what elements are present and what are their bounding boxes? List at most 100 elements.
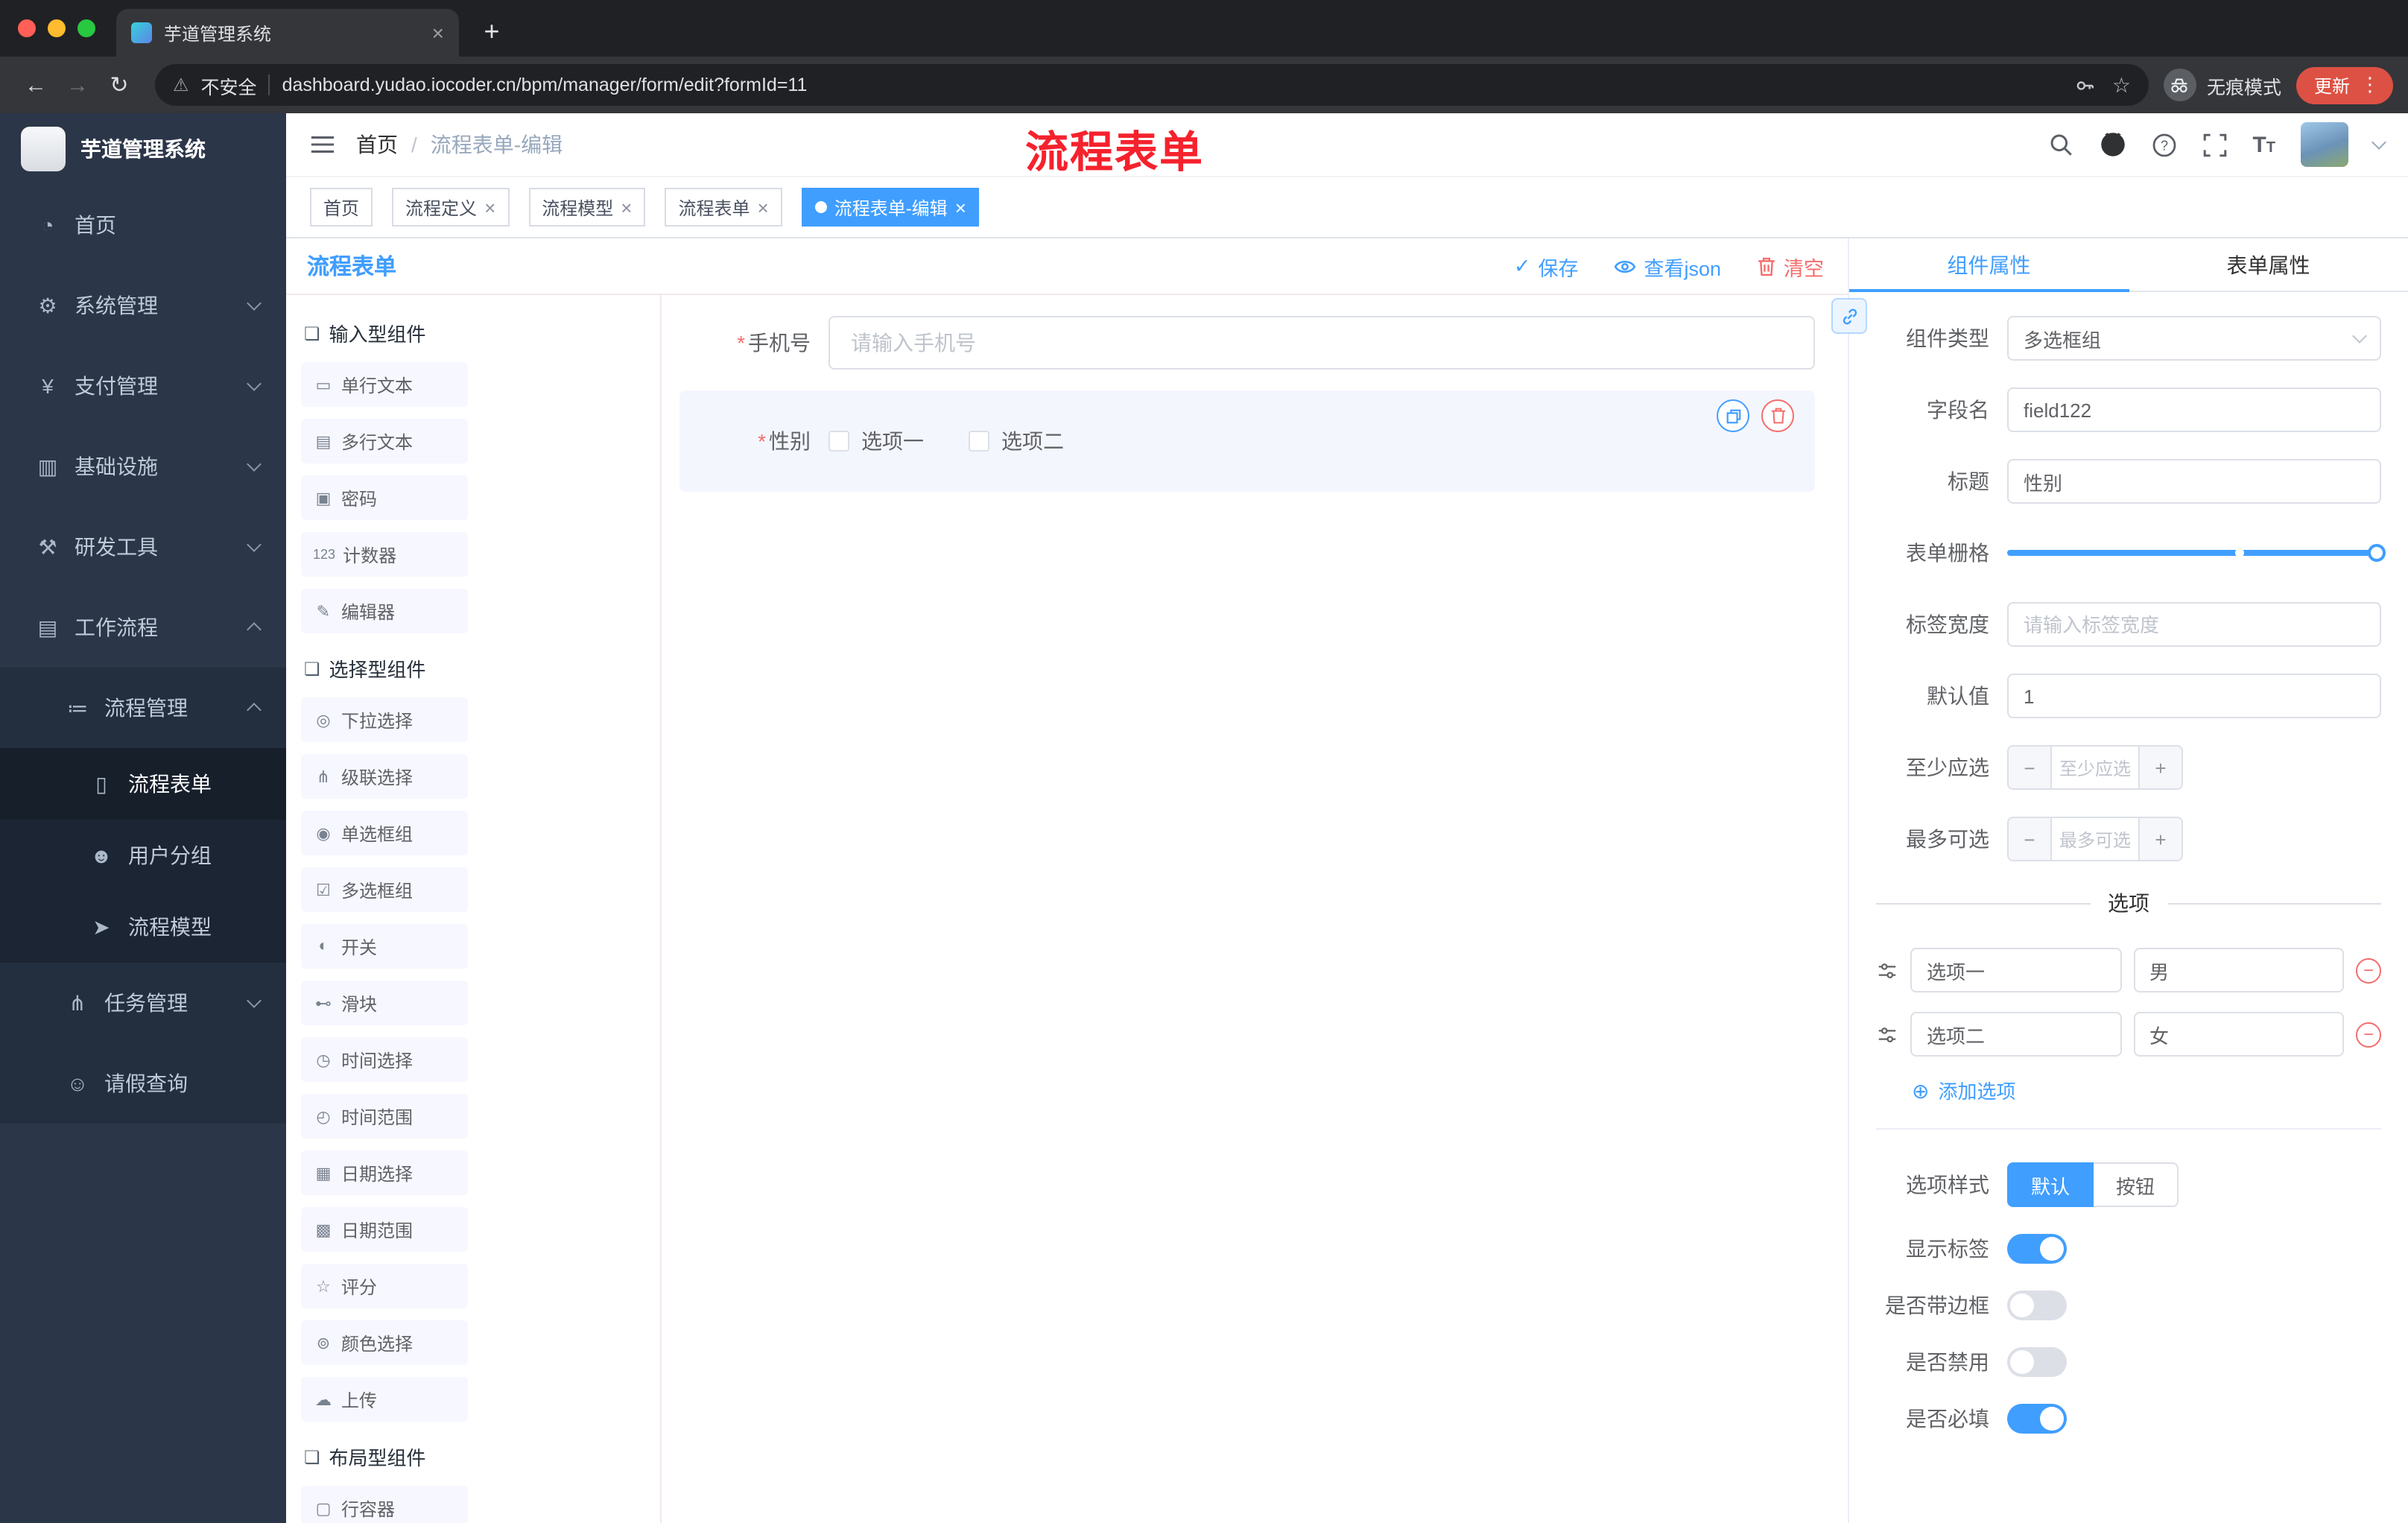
new-tab-button[interactable]: + [471, 10, 513, 52]
canvas-item-phone[interactable]: * 手机号 [679, 316, 1815, 370]
zoom-window-button[interactable] [77, 19, 95, 37]
option-name-input[interactable] [1910, 948, 2121, 992]
show-label-toggle[interactable] [2007, 1234, 2067, 1264]
form-canvas[interactable]: *手机号 *性别 选项一 [662, 295, 1848, 1523]
user-avatar[interactable] [2301, 122, 2348, 167]
search-icon[interactable] [2048, 132, 2073, 157]
with-border-toggle[interactable] [2007, 1291, 2067, 1320]
sidebar-item-task-management[interactable]: ⋔ 任务管理 [0, 963, 286, 1043]
gender-option1-checkbox[interactable]: 选项一 [828, 426, 924, 456]
sidebar-item-home[interactable]: ◔ 首页 [0, 185, 286, 265]
sidebar-item-leave-query[interactable]: ☺ 请假查询 [0, 1043, 286, 1124]
palette-item-rate[interactable]: ☆ 评分 [301, 1264, 468, 1308]
tag-close-icon[interactable]: × [621, 197, 632, 217]
increase-icon[interactable]: + [2140, 747, 2182, 788]
decrease-icon[interactable]: − [2009, 747, 2050, 788]
browser-menu-icon[interactable]: ⋮ [2360, 73, 2380, 97]
label-width-input[interactable] [2007, 602, 2381, 647]
sidebar-item-system[interactable]: ⚙ 系统管理 [0, 265, 286, 346]
increase-icon[interactable]: + [2140, 818, 2182, 860]
sidebar-logo[interactable]: 芋道管理系统 [0, 113, 286, 185]
remove-option-icon[interactable]: − [2356, 1022, 2381, 1047]
tag-process-form[interactable]: 流程表单 × [665, 188, 782, 227]
palette-item-color-picker[interactable]: ⊚ 颜色选择 [301, 1320, 468, 1365]
option-value-input[interactable] [2133, 948, 2344, 992]
required-toggle[interactable] [2007, 1404, 2067, 1434]
tab-close-icon[interactable]: × [432, 21, 444, 45]
tab-form-props[interactable]: 表单属性 [2129, 238, 2408, 291]
min-select-input[interactable]: 至少应选 [2050, 747, 2140, 788]
font-size-icon[interactable]: TT [2252, 133, 2275, 156]
tag-process-definition[interactable]: 流程定义 × [392, 188, 510, 227]
style-default-button[interactable]: 默认 [2007, 1162, 2094, 1207]
option-name-input[interactable] [1910, 1012, 2121, 1057]
palette-item-row-container[interactable]: ▢ 行容器 [301, 1486, 468, 1523]
url-text[interactable]: dashboard.yudao.iocoder.cn/bpm/manager/f… [282, 75, 2063, 95]
tag-close-icon[interactable]: × [758, 197, 769, 217]
forward-icon[interactable]: → [57, 64, 98, 106]
copy-component-button[interactable] [1717, 399, 1749, 432]
view-json-button[interactable]: 查看json [1614, 251, 1721, 281]
tag-process-model[interactable]: 流程模型 × [528, 188, 646, 227]
sidebar-item-workflow[interactable]: ▤ 工作流程 [0, 587, 286, 668]
palette-item-time-range[interactable]: ◴ 时间范围 [301, 1094, 468, 1139]
title-input[interactable] [2007, 459, 2381, 504]
palette-item-switch[interactable]: ◐ 开关 [301, 924, 468, 969]
palette-item-checkbox-group[interactable]: ☑ 多选框组 [301, 867, 468, 912]
phone-input[interactable] [828, 316, 1815, 370]
not-secure-warning-icon[interactable]: ⚠ [173, 75, 189, 95]
github-icon[interactable] [2099, 131, 2126, 158]
breadcrumb-home[interactable]: 首页 [356, 130, 398, 159]
tag-process-form-edit[interactable]: 流程表单-编辑 × [801, 188, 980, 227]
minimize-window-button[interactable] [48, 19, 66, 37]
drag-handle-icon[interactable] [1876, 1023, 1898, 1045]
default-value-input[interactable] [2007, 674, 2381, 718]
tag-close-icon[interactable]: × [484, 197, 495, 217]
sidebar-item-infrastructure[interactable]: ▥ 基础设施 [0, 426, 286, 507]
gender-option2-checkbox[interactable]: 选项二 [969, 426, 1064, 456]
sidebar-item-devtools[interactable]: ⚒ 研发工具 [0, 507, 286, 587]
grid-slider[interactable] [2007, 531, 2386, 575]
sidebar-item-process-form[interactable]: ▯ 流程表单 [0, 748, 286, 820]
palette-item-slider[interactable]: ⊷ 滑块 [301, 981, 468, 1025]
sidebar-toggle-icon[interactable] [310, 134, 335, 155]
save-button[interactable]: ✓ 保存 [1514, 251, 1579, 281]
canvas-item-gender-selected[interactable]: * 性别 选项一 选项二 [679, 390, 1815, 492]
address-bar[interactable]: ⚠ 不安全 dashboard.yudao.iocoder.cn/bpm/man… [155, 64, 2149, 106]
clear-button[interactable]: 清空 [1757, 251, 1824, 281]
option-value-input[interactable] [2133, 1012, 2344, 1057]
tab-component-props[interactable]: 组件属性 [1849, 238, 2129, 292]
palette-item-single-line-text[interactable]: ▭ 单行文本 [301, 362, 468, 407]
remove-option-icon[interactable]: − [2356, 957, 2381, 983]
reload-icon[interactable]: ↻ [98, 64, 140, 106]
palette-item-date-picker[interactable]: ▦ 日期选择 [301, 1150, 468, 1195]
decrease-icon[interactable]: − [2009, 818, 2050, 860]
avatar-caret-icon[interactable] [2371, 135, 2386, 150]
help-icon[interactable]: ? [2151, 132, 2176, 157]
back-icon[interactable]: ← [15, 64, 57, 106]
bookmark-star-icon[interactable]: ☆ [2112, 72, 2131, 98]
palette-item-upload[interactable]: ☁ 上传 [301, 1377, 468, 1422]
palette-item-multi-line-text[interactable]: ▤ 多行文本 [301, 419, 468, 463]
browser-tab[interactable]: 芋道管理系统 × [116, 9, 459, 57]
sidebar-item-process-management[interactable]: ≔ 流程管理 [0, 668, 286, 748]
palette-item-date-range[interactable]: ▩ 日期范围 [301, 1207, 468, 1252]
slider-handle[interactable] [2368, 544, 2386, 562]
palette-item-radio-group[interactable]: ◉ 单选框组 [301, 811, 468, 855]
sidebar-item-user-group[interactable]: ☻ 用户分组 [0, 820, 286, 891]
drag-handle-icon[interactable] [1876, 959, 1898, 981]
add-option-button[interactable]: ⊕ 添加选项 [1912, 1076, 2381, 1104]
tag-home[interactable]: 首页 [310, 188, 373, 227]
palette-item-cascader[interactable]: ⋔ 级联选择 [301, 754, 468, 799]
sidebar-item-process-model[interactable]: ➤ 流程模型 [0, 891, 286, 963]
component-type-select[interactable]: 多选框组 [2007, 316, 2381, 361]
palette-item-select[interactable]: ◎ 下拉选择 [301, 697, 468, 742]
sidebar-item-payment[interactable]: ¥ 支付管理 [0, 346, 286, 426]
palette-item-editor[interactable]: ✎ 编辑器 [301, 589, 468, 633]
palette-item-counter[interactable]: 123 计数器 [301, 532, 468, 577]
field-name-input[interactable] [2007, 387, 2381, 432]
browser-update-button[interactable]: 更新 ⋮ [2295, 66, 2393, 104]
palette-item-time-picker[interactable]: ◷ 时间选择 [301, 1037, 468, 1082]
password-key-icon[interactable] [2075, 74, 2097, 96]
disabled-toggle[interactable] [2007, 1347, 2067, 1377]
